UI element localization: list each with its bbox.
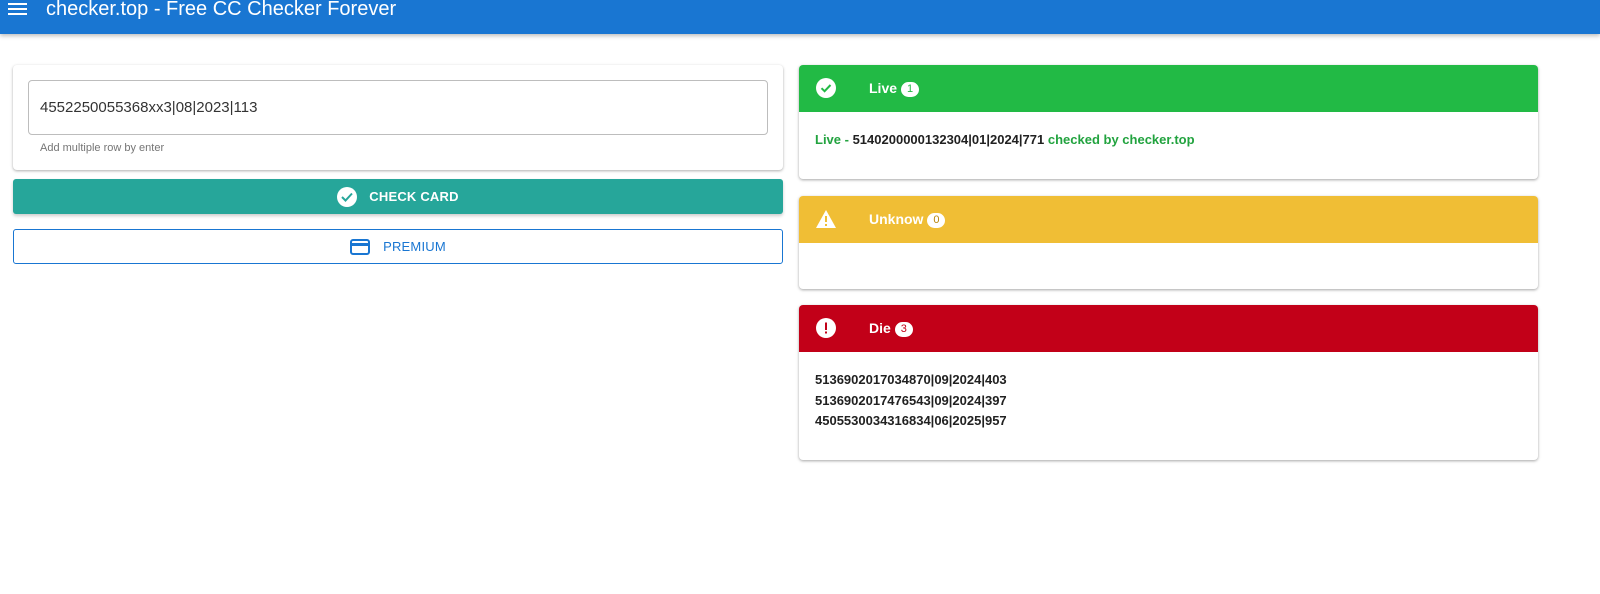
card-input-panel: Add multiple row by enter (13, 65, 783, 170)
live-results-list: Live - 5140200000132304|01|2024|771 chec… (799, 112, 1538, 169)
warning-triangle-icon (816, 210, 836, 228)
exclamation-circle-icon (816, 318, 836, 338)
live-panel-title: Live 1 (869, 80, 920, 97)
die-panel-header[interactable]: Die 3 (799, 305, 1538, 352)
die-results-panel: Die 3 5136902017034870|09|2024|403 513690… (799, 305, 1538, 460)
check-card-button[interactable]: CHECK CARD (13, 179, 783, 214)
live-results-panel: Live 1 Live - 5140200000132304|01|2024|77… (799, 65, 1538, 179)
input-hint: Add multiple row by enter (40, 142, 165, 154)
check-circle-icon (816, 78, 836, 98)
unknow-panel-header[interactable]: Unknow 0 (799, 196, 1538, 243)
check-circle-icon (337, 186, 358, 207)
die-panel-title: Die 3 (869, 320, 913, 337)
die-result-line: 5136902017034870|09|2024|403 (815, 372, 1007, 387)
live-result-line: Live - 5140200000132304|01|2024|771 chec… (815, 132, 1195, 147)
live-count-badge: 1 (901, 82, 920, 97)
die-count-badge: 3 (894, 322, 913, 337)
hamburger-menu-icon[interactable] (8, 1, 28, 17)
card-list-input[interactable] (28, 80, 768, 135)
app-title: checker.top - Free CC Checker Forever (46, 0, 397, 20)
check-card-label: CHECK CARD (369, 189, 459, 204)
live-panel-header[interactable]: Live 1 (799, 65, 1538, 112)
unknow-results-panel: Unknow 0 (799, 196, 1538, 289)
premium-label: PREMIUM (383, 239, 446, 254)
app-bar: checker.top - Free CC Checker Forever (0, 0, 1600, 34)
die-result-line: 5136902017476543|09|2024|397 (815, 392, 1007, 408)
premium-button[interactable]: PREMIUM (13, 229, 783, 264)
unknow-panel-title: Unknow 0 (869, 211, 946, 228)
credit-card-icon (350, 238, 371, 255)
unknow-count-badge: 0 (927, 213, 946, 228)
unknow-results-list (799, 243, 1538, 279)
die-results-list: 5136902017034870|09|2024|403 51369020174… (799, 352, 1538, 450)
die-result-line: 4505530034316834|06|2025|957 (815, 413, 1007, 428)
